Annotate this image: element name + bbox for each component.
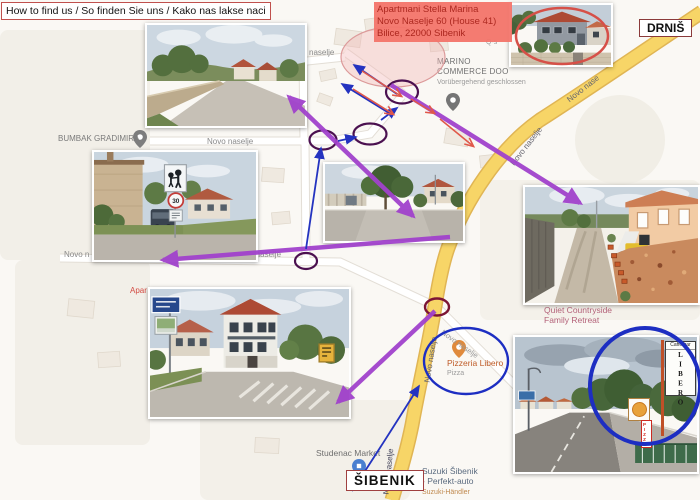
poi-label-suzuki-category: Suzuki-Händler [422, 488, 470, 497]
zone-sign [169, 210, 182, 221]
caffe-bar-text: Caffe bar [666, 342, 695, 350]
pole [435, 175, 436, 205]
poi-label-marino-2: COMMERCE DOO [437, 67, 509, 76]
sign-pole-orange [661, 340, 664, 436]
road [163, 81, 305, 126]
blue-info-sign [152, 297, 180, 313]
photo-traffic-signs: 30 [92, 150, 258, 262]
poi-label-bumbak: BUMBAK GRADIMIRA [58, 134, 139, 143]
caffe-bar-libero-sign: Caffe bar LIBERO [665, 341, 696, 396]
poi-label-marino-1: MARINO [437, 57, 471, 66]
speed-limit-value: 30 [172, 198, 180, 205]
road [515, 413, 621, 472]
address-card: Apartmani Stella Marina Novo Naselje 60 … [374, 2, 512, 42]
dark-wall [525, 218, 554, 303]
fence-gate [325, 194, 366, 206]
pizza-logo-sign [628, 398, 650, 421]
poi-label-pizzeria-category: Pizza [447, 369, 464, 378]
address-line-2: Novo Naselje 60 (House 41) [377, 16, 509, 28]
address-line-1: Apartmani Stella Marina [377, 4, 509, 16]
stone-wall [511, 53, 611, 65]
photo-intersection [323, 162, 465, 243]
photo-gravel-road [523, 185, 700, 305]
city-label-drnis: DRNIŠ [639, 19, 692, 37]
picture-sign [155, 317, 177, 335]
poi-label-studenac: Studenac Market [316, 449, 380, 458]
road-label-novo-left: Novo n [64, 250, 89, 259]
road-patch [355, 210, 432, 241]
yellow-sign [319, 344, 334, 362]
poi-label-marino-status: Vorübergehend geschlossen [437, 78, 526, 87]
poi-label-quiet-2: Family Retreat [544, 316, 599, 325]
city-label-sibenik: ŠIBENIK [346, 470, 424, 491]
road-label-novo-naselje-mid: Novo naselje [207, 137, 253, 146]
sign-pole [169, 305, 171, 376]
poi-label-pizzeria: Pizzeria Libero [447, 359, 503, 368]
page-title: How to find us / So finden Sie uns / Kak… [1, 2, 271, 20]
address-line-3: Bilice, 22000 Sibenik [377, 28, 509, 40]
pizza-logo-circle [632, 402, 647, 417]
poi-label-suzuki-1: Suzuki Šibenik [422, 467, 478, 476]
photo-country-road [145, 23, 307, 128]
poi-label-suzuki-2: - Perfekt-auto [422, 477, 474, 486]
poi-label-apartment-fragment: Apar [130, 286, 147, 295]
photo-apartment-house [148, 287, 351, 419]
direction-map-composite: Q-s MARINO COMMERCE DOO Vorübergehend ge… [0, 0, 700, 500]
photo-target-house [509, 3, 613, 67]
pizza-vertical-sign: PIZZA [641, 420, 652, 448]
road [94, 235, 256, 260]
libero-vertical-text: LIBERO [677, 351, 685, 408]
speed-limit-sign: 30 [168, 193, 183, 208]
poi-label-quiet-1: Quiet Countryside [544, 306, 612, 315]
road-label-naselje-fragment: naselje [309, 48, 334, 57]
pedestrian-sign [164, 165, 186, 192]
